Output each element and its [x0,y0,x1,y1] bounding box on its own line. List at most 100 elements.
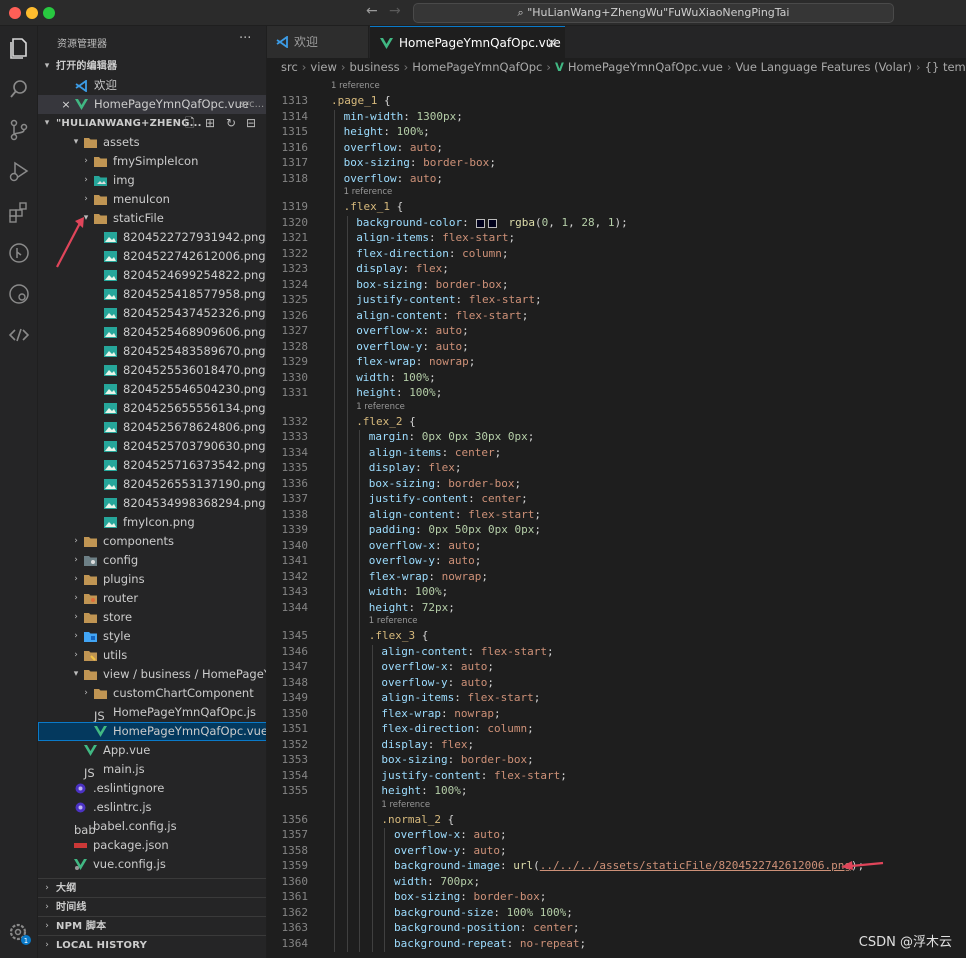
explorer-icon[interactable] [5,34,33,62]
code-line[interactable]: background-position: center; [394,921,579,934]
code-line[interactable]: overflow-x: auto; [369,539,482,552]
close-icon[interactable]: × [60,95,72,114]
code-line[interactable]: align-content: flex-start; [356,309,528,322]
tree-file[interactable]: fmyIcon.png [38,513,266,532]
code-line[interactable]: box-sizing: border-box; [381,753,533,766]
code-line[interactable]: box-sizing: border-box; [344,156,496,169]
code-line[interactable]: width: 700px; [394,875,480,888]
remote-explorer-icon[interactable] [5,280,33,308]
more-actions-icon[interactable]: ··· [239,31,251,46]
tree-folder[interactable]: › config [38,551,266,570]
tree-file[interactable]: vue.config.js [38,855,266,874]
tree-folder[interactable]: › customChartComponent [38,684,266,703]
tree-file[interactable]: 8204534998368294.png [38,494,266,513]
breadcrumb-item[interactable]: HomePageYmnQafOpc [412,60,542,74]
close-tab-icon[interactable]: × [546,27,558,59]
code-line[interactable]: width: 100%; [356,371,436,384]
zoom-window-button[interactable] [43,7,55,19]
code-line[interactable]: align-content: flex-start; [381,645,553,658]
tree-folder[interactable]: ▾ assets [38,133,266,152]
code-editor[interactable]: 1 reference 1313 .page_1 {1314 min-width: 1… [267,78,966,958]
code-line[interactable]: display: flex; [369,461,462,474]
tree-file[interactable]: 8204525703790630.png [38,437,266,456]
tree-file[interactable]: 8204525468909606.png [38,323,266,342]
code-line[interactable]: height: 72px; [369,601,455,614]
tree-folder[interactable]: › components [38,532,266,551]
code-line[interactable]: background-image: url(../../../assets/st… [394,859,864,872]
code-line[interactable]: min-width: 1300px; [344,110,463,123]
tree-file[interactable]: 8204525536018470.png [38,361,266,380]
run-debug-icon[interactable] [5,157,33,185]
section-header[interactable]: › 时间线 [38,897,266,916]
code-line[interactable]: .page_1 { [331,94,391,107]
tree-file[interactable]: 8204526553137190.png [38,475,266,494]
tree-file[interactable]: 8204525418577958.png [38,285,266,304]
code-line[interactable]: overflow-y: auto; [369,554,482,567]
code-line[interactable]: flex-direction: column; [356,247,508,260]
code-line[interactable]: overflow: auto; [344,172,443,185]
code-line[interactable]: width: 100%; [369,585,449,598]
breadcrumb-item[interactable]: {} template [925,60,966,74]
code-line[interactable]: overflow-y: auto; [394,844,507,857]
new-file-icon[interactable]: 🗋 [185,114,195,133]
breadcrumb-item[interactable]: view [310,60,336,74]
code-line[interactable]: overflow-x: auto; [381,660,494,673]
code-lens-reference[interactable]: 1 reference [381,800,430,810]
code-line[interactable]: .normal_2 { [381,813,454,826]
tree-folder[interactable]: › img [38,171,266,190]
tree-file[interactable]: 8204525483589670.png [38,342,266,361]
tree-file[interactable]: 8204525716373542.png [38,456,266,475]
tree-folder[interactable]: › menuIcon [38,190,266,209]
breadcrumb-item[interactable]: business [350,60,400,74]
code-line[interactable]: align-items: flex-start; [381,691,540,704]
section-header[interactable]: › 大纲 [38,878,266,897]
settings-gear-icon[interactable]: 1 [5,919,33,947]
open-editors-header[interactable]: ▾ 打开的编辑器 [38,57,266,76]
code-line[interactable]: background-size: 100% 100%; [394,906,573,919]
code-line[interactable]: height: 100%; [344,125,430,138]
code-line[interactable]: box-sizing: border-box; [369,477,521,490]
tree-file[interactable]: 8204525437452326.png [38,304,266,323]
workspace-root-header[interactable]: ▾ "HULIANWANG+ZHENG... 🗋 ⊞ ↻ ⊟ [38,114,266,133]
breadcrumb-item[interactable]: HomePageYmnQafOpc.vue [568,60,723,74]
breadcrumb-item[interactable]: Vue Language Features (Volar) [735,60,912,74]
code-line[interactable]: padding: 0px 50px 0px 0px; [369,523,541,536]
forward-arrow-icon[interactable]: → [389,3,401,19]
open-editor-homepage[interactable]: × HomePageYmnQafOpc.vue src... [38,95,266,114]
extensions-icon[interactable] [5,198,33,226]
code-line[interactable]: margin: 0px 0px 30px 0px; [369,430,535,443]
tree-file[interactable]: .eslintignore [38,779,266,798]
tree-folder[interactable]: ▾ view / business / HomePageYmn... [38,665,266,684]
code-line[interactable]: align-items: center; [369,446,501,459]
code-line[interactable]: align-items: flex-start; [356,231,515,244]
close-window-button[interactable] [9,7,21,19]
code-line[interactable]: align-content: flex-start; [369,508,541,521]
command-center-search[interactable]: ⌕ "HuLianWang+ZhengWu"FuWuXiaoNengPingTa… [413,3,894,23]
tree-file[interactable]: 8204525655556134.png [38,399,266,418]
tree-file[interactable]: HomePageYmnQafOpc.vue [38,722,266,741]
code-line[interactable]: box-sizing: border-box; [394,890,546,903]
code-line[interactable]: flex-direction: column; [381,722,533,735]
tree-file[interactable]: .eslintrc.js [38,798,266,817]
code-line[interactable]: box-sizing: border-box; [356,278,508,291]
tree-folder[interactable]: › plugins [38,570,266,589]
tab-welcome[interactable]: 欢迎 [267,26,369,58]
tab-homepage-vue[interactable]: HomePageYmnQafOpc.vue × [370,26,565,58]
code-line[interactable]: overflow-x: auto; [394,828,507,841]
section-header[interactable]: › LOCAL HISTORY [38,935,266,954]
code-line[interactable]: height: 100%; [356,386,442,399]
code-line[interactable]: overflow-y: auto; [381,676,494,689]
tree-folder[interactable]: › utils [38,646,266,665]
code-tag-icon[interactable] [5,321,33,349]
tree-folder[interactable]: › style [38,627,266,646]
new-folder-icon[interactable]: ⊞ [205,114,215,133]
code-line[interactable]: flex-wrap: nowrap; [369,570,488,583]
code-lens-reference[interactable]: 1 reference [344,187,393,197]
code-lens-reference[interactable]: 1 reference [331,81,380,91]
code-line[interactable]: overflow-y: auto; [356,340,469,353]
tree-file[interactable]: JS main.js [38,760,266,780]
code-line[interactable]: overflow: auto; [344,141,443,154]
code-line[interactable]: display: flex; [356,262,449,275]
code-line[interactable]: height: 100%; [381,784,467,797]
code-line[interactable]: .flex_2 { [356,415,416,428]
